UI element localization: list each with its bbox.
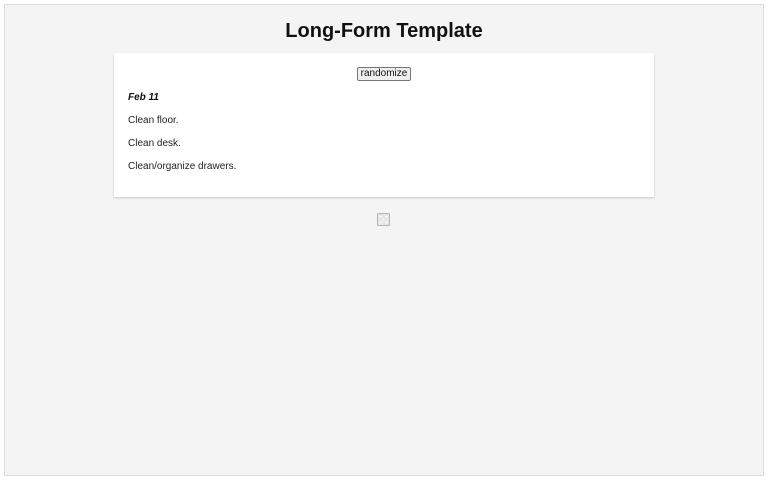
entry-line: Clean floor. xyxy=(128,115,179,126)
entry-date: Feb 11 xyxy=(128,92,159,103)
page: Long-Form Template randomize Feb 11 Clea… xyxy=(4,4,764,476)
entry-line: Clean/organize drawers. xyxy=(128,161,237,172)
dice-icon[interactable] xyxy=(377,213,390,226)
content-card: randomize Feb 11 Clean floor. Clean desk… xyxy=(114,53,654,197)
entry-line: Clean desk. xyxy=(128,138,181,149)
randomize-button[interactable]: randomize xyxy=(357,67,411,81)
page-title: Long-Form Template xyxy=(285,20,483,42)
